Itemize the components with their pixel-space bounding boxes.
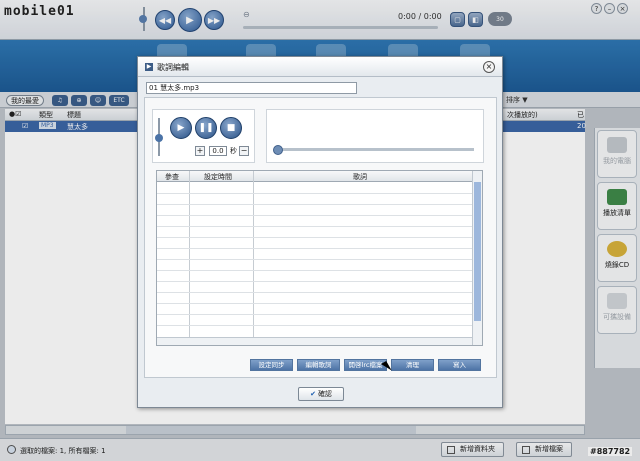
decrement-button[interactable]: − [239,146,249,156]
row-divider [157,270,472,271]
open-lrc-button[interactable]: 開啓lrc檔案 [344,359,387,371]
edit-lyrics-button[interactable]: 編輯歌詞 [297,359,340,371]
close-icon: × [485,62,493,71]
row-divider [157,259,472,260]
ok-label: 確認 [317,390,332,398]
minus-icon: − [240,146,248,155]
dialog-play-button[interactable]: ▶ [170,117,192,139]
set-sync-button[interactable]: 設定同步 [250,359,293,371]
pause-icon: ❚❚ [198,123,214,133]
dialog-content: ▶ ❚❚ ■ + 0.0 秒 − 參查 設定時間 歌詞 設定同步 編輯歌詞 開啓… [144,97,497,378]
ok-button[interactable]: ✔ 確認 [298,387,344,401]
row-divider [157,193,472,194]
dialog-stop-button[interactable]: ■ [220,117,242,139]
column-check[interactable]: 參查 [165,172,179,182]
file-name-field[interactable]: 01 慧太多.mp3 [146,82,357,94]
waveform-panel [266,109,484,163]
row-divider [157,325,472,326]
lyrics-table-header: 參查 設定時間 歌詞 [157,171,472,182]
play-icon: ▶ [177,123,185,133]
row-divider [157,248,472,249]
row-divider [157,303,472,304]
playback-controls: ▶ ❚❚ ■ + 0.0 秒 − [152,109,255,163]
dialog-titlebar: ▶ 歌詞編輯 × [138,57,502,77]
plus-icon: + [196,146,204,155]
lyrics-horizontal-scrollbar[interactable] [157,337,472,345]
check-icon: ✔ [310,390,316,398]
dialog-title: 歌詞編輯 [157,63,189,72]
clear-button[interactable]: 清理 [391,359,434,371]
stop-icon: ■ [226,123,236,133]
row-divider [157,314,472,315]
column-set-time[interactable]: 設定時間 [204,172,232,182]
dialog-close-button[interactable]: × [483,61,495,73]
row-divider [157,226,472,227]
dialog-arrow-icon: ▶ [145,63,153,71]
column-lyrics[interactable]: 歌詞 [353,172,367,182]
dialog-pause-button[interactable]: ❚❚ [195,117,217,139]
row-divider [157,204,472,205]
write-button[interactable]: 寫入 [438,359,481,371]
row-divider [157,237,472,238]
row-divider [157,281,472,282]
lyrics-vertical-scrollbar[interactable] [472,171,482,345]
lyrics-editor-dialog: ▶ 歌詞編輯 × 01 慧太多.mp3 ▶ ❚❚ ■ + 0.0 秒 − 參查 … [137,56,503,408]
dialog-seek-bar[interactable] [273,145,474,155]
dialog-volume-slider[interactable] [155,118,163,156]
scroll-thumb[interactable] [474,182,481,321]
lyrics-table[interactable]: 參查 設定時間 歌詞 [156,170,483,346]
seconds-input[interactable]: 0.0 [209,146,227,156]
row-divider [157,292,472,293]
seconds-unit: 秒 [230,147,237,155]
increment-button[interactable]: + [195,146,205,156]
row-divider [157,215,472,216]
